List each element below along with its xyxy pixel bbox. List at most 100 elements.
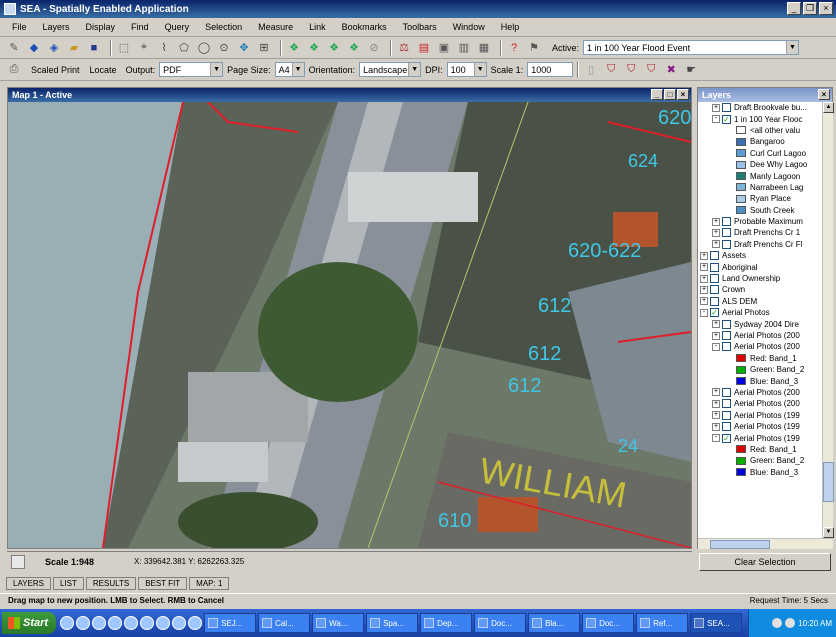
layer-row[interactable]: Blue: Band_3	[698, 467, 822, 478]
chevron-down-icon[interactable]: ▼	[473, 63, 486, 76]
query-icon[interactable]: ❖	[306, 40, 322, 56]
expand-icon[interactable]: +	[700, 297, 708, 306]
page-icon[interactable]: ▯	[583, 62, 599, 78]
clear-selection-button[interactable]: Clear Selection	[699, 553, 831, 571]
scroll-thumb[interactable]	[823, 462, 834, 502]
taskbar-item[interactable]: Bla...	[528, 613, 581, 633]
map-canvas[interactable]: 620 624 620-622 612 612 612 24 610 WILLI…	[8, 102, 691, 548]
layer-row[interactable]: + Crown	[698, 284, 822, 295]
expand-icon[interactable]: +	[712, 103, 720, 112]
tab-list[interactable]: LIST	[52, 577, 84, 590]
menu-toolbars[interactable]: Toolbars	[395, 20, 445, 34]
expand-icon[interactable]: +	[712, 388, 720, 397]
overview-icon[interactable]	[11, 554, 25, 569]
collapse-icon[interactable]: -	[712, 342, 720, 351]
print-settings-icon[interactable]: ⛉	[643, 62, 659, 78]
measure-icon[interactable]: ⚖	[396, 40, 412, 56]
layer-visibility-checkbox[interactable]	[722, 103, 731, 113]
layer-row[interactable]: <all other valu	[698, 125, 822, 136]
print-layout-icon[interactable]: ⛉	[603, 62, 619, 78]
expand-icon[interactable]: +	[712, 331, 720, 340]
map-minimize-button[interactable]: _	[651, 89, 663, 100]
quicklaunch-icon[interactable]	[92, 616, 107, 630]
chevron-down-icon[interactable]: ▼	[210, 63, 223, 76]
clear-icon[interactable]: ⊘	[366, 40, 382, 56]
taskbar-item[interactable]: Doc...	[474, 613, 527, 633]
select-all-icon[interactable]: ⊞	[256, 40, 272, 56]
select-point-icon[interactable]: ⌖	[136, 40, 152, 56]
layer-visibility-checkbox[interactable]	[722, 399, 731, 409]
layer-visibility-checkbox[interactable]	[722, 387, 731, 397]
taskbar-item[interactable]: Dep...	[420, 613, 473, 633]
quicklaunch-icon[interactable]	[156, 616, 171, 630]
maximize-button[interactable]: ❐	[803, 2, 817, 15]
aerial-photo-map[interactable]: 620 624 620-622 612 612 612 24 610 WILLI…	[8, 102, 691, 548]
layer-row[interactable]: + ALS DEM	[698, 296, 822, 307]
expand-icon[interactable]: +	[712, 411, 720, 420]
layer-visibility-checkbox[interactable]	[710, 274, 719, 284]
expand-icon[interactable]: +	[712, 240, 720, 249]
quicklaunch-icon[interactable]	[108, 616, 123, 630]
layer-row[interactable]: + Aerial Photos (200	[698, 387, 822, 398]
collapse-icon[interactable]: -	[712, 434, 720, 443]
layer-row[interactable]: Ryan Place	[698, 193, 822, 204]
zoom-out-icon[interactable]: ◈	[46, 40, 62, 56]
menu-measure[interactable]: Measure	[250, 20, 301, 34]
start-button[interactable]: Start	[2, 612, 57, 634]
save-icon[interactable]: ■	[86, 40, 102, 56]
help-icon[interactable]: ?	[506, 40, 522, 56]
layer-visibility-checkbox[interactable]	[722, 217, 731, 227]
layer-row[interactable]: + Assets	[698, 250, 822, 261]
orientation-select[interactable]: Landscape ▼	[359, 62, 422, 77]
taskbar-item[interactable]: Wa...	[312, 613, 365, 633]
tray-icon[interactable]	[785, 618, 796, 628]
layer-row[interactable]: Manly Lagoon	[698, 170, 822, 181]
layer-row[interactable]: - ✓ Aerial Photos	[698, 307, 822, 318]
layers-vertical-scrollbar[interactable]: ▲ ▼	[822, 102, 834, 538]
quicklaunch-icon[interactable]	[124, 616, 139, 630]
taskbar-item[interactable]: Ref...	[636, 613, 689, 633]
taskbar-item-active[interactable]: SEA...	[690, 613, 743, 633]
layer-visibility-checkbox[interactable]	[710, 251, 719, 261]
redline-icon[interactable]: ▤	[416, 40, 432, 56]
cancel-icon[interactable]: ✖	[663, 62, 679, 78]
taskbar-item[interactable]: SEJ...	[204, 613, 257, 633]
select-polygon-icon[interactable]: ⬠	[176, 40, 192, 56]
layer-row[interactable]: Dee Why Lagoo	[698, 159, 822, 170]
quicklaunch-icon[interactable]	[172, 616, 187, 630]
print-icon[interactable]: ▣	[436, 40, 452, 56]
close-button[interactable]: ×	[819, 2, 833, 15]
layer-visibility-checkbox[interactable]	[722, 228, 731, 238]
layer-row[interactable]: + Draft Prenchs Cr 1	[698, 227, 822, 238]
chevron-down-icon[interactable]: ▼	[786, 41, 799, 54]
move-icon[interactable]: ✥	[236, 40, 252, 56]
layer-visibility-checkbox[interactable]	[722, 410, 731, 420]
minimize-button[interactable]: _	[787, 2, 801, 15]
layer-row[interactable]: + Aboriginal	[698, 261, 822, 272]
active-layer-select[interactable]: 1 in 100 Year Flood Event ▼	[583, 40, 800, 55]
select-line-icon[interactable]: ⌇	[156, 40, 172, 56]
layer-visibility-checkbox[interactable]: ✓	[722, 433, 731, 443]
menu-layers[interactable]: Layers	[35, 20, 78, 34]
hand-icon[interactable]: ☛	[683, 62, 699, 78]
quicklaunch-icon[interactable]	[60, 616, 75, 630]
scaled-print-button[interactable]: Scaled Print	[26, 63, 85, 77]
layer-row[interactable]: Curl Curl Lagoo	[698, 148, 822, 159]
zoom-in-icon[interactable]: ◆	[26, 40, 42, 56]
taskbar-item[interactable]: Cal...	[258, 613, 311, 633]
filter-icon[interactable]: ❖	[326, 40, 342, 56]
layer-row[interactable]: + Aerial Photos (199	[698, 410, 822, 421]
layout-icon[interactable]: ▦	[476, 40, 492, 56]
scroll-down-icon[interactable]: ▼	[823, 527, 834, 538]
taskbar-item[interactable]: Doc...	[582, 613, 635, 633]
map-close-button[interactable]: ×	[677, 89, 689, 100]
layer-visibility-checkbox[interactable]	[722, 331, 731, 340]
layers-close-icon[interactable]: ×	[818, 89, 830, 100]
page-size-select[interactable]: A4 ▼	[274, 62, 305, 77]
layer-visibility-checkbox[interactable]	[722, 319, 731, 329]
collapse-icon[interactable]: -	[700, 308, 708, 317]
quicklaunch-icon[interactable]	[76, 616, 91, 630]
locate-button[interactable]: Locate	[85, 63, 122, 77]
print-preview-icon[interactable]: ⛉	[623, 62, 639, 78]
expand-icon[interactable]: +	[712, 399, 720, 408]
